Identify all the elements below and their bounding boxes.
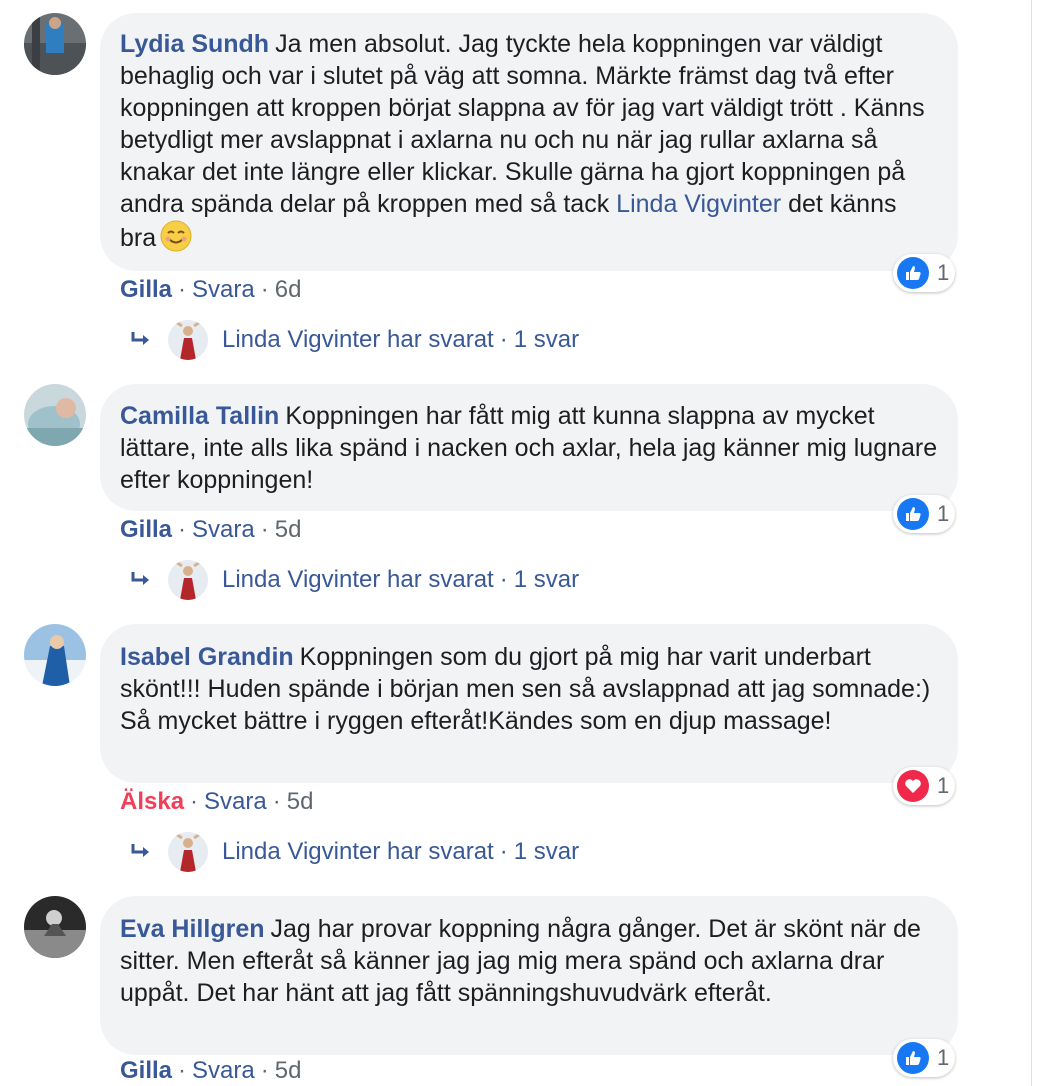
view-replies-link[interactable]: Linda Vigvinter har svarat · 1 svar — [130, 320, 579, 360]
separator-dot: · — [499, 838, 508, 865]
reaction-summary[interactable]: 1 — [893, 495, 955, 533]
like-button[interactable]: Gilla — [120, 516, 172, 543]
comment-bubble: Lydia Sundh Ja men absolut. Jag tyckte he… — [100, 13, 958, 271]
comment-bubble: Camilla Tallin Koppningen har fått mig at… — [100, 384, 958, 511]
comment-author[interactable]: Isabel Grandin — [120, 643, 294, 671]
reply-avatar — [168, 832, 208, 872]
avatar-photo-eva — [24, 896, 86, 958]
separator-dot: · — [499, 326, 508, 353]
replies-text: har svarat — [387, 838, 494, 865]
reply-button[interactable]: Svara — [204, 788, 267, 815]
separator-dot: · — [178, 276, 187, 303]
replier-name: Linda Vigvinter — [222, 566, 381, 593]
separator-dot: · — [260, 1057, 269, 1084]
separator-dot: · — [260, 276, 269, 303]
separator-dot: · — [178, 1057, 187, 1084]
replier-name: Linda Vigvinter — [222, 326, 381, 353]
separator-dot: · — [260, 516, 269, 543]
separator-dot: · — [272, 788, 281, 815]
avatar-lydia-sundh[interactable] — [24, 13, 86, 75]
thumbs-up-icon — [897, 498, 929, 530]
reaction-count: 1 — [937, 1045, 950, 1070]
comment-actions: Gilla · Svara · 5d — [120, 515, 301, 545]
reply-button[interactable]: Svara — [192, 516, 255, 543]
comment-timestamp[interactable]: 5d — [287, 788, 314, 815]
reaction-count: 1 — [937, 773, 950, 798]
separator-dot: · — [178, 516, 187, 543]
comment-author[interactable]: Eva Hillgren — [120, 915, 265, 943]
replier-name: Linda Vigvinter — [222, 838, 381, 865]
replies-text: har svarat — [387, 566, 494, 593]
comment-timestamp[interactable]: 5d — [275, 1057, 302, 1084]
thumbs-up-icon — [897, 1042, 929, 1074]
like-button[interactable]: Gilla — [120, 1057, 172, 1084]
avatar-isabel-grandin[interactable] — [24, 624, 86, 686]
view-replies-link[interactable]: Linda Vigvinter har svarat · 1 svar — [130, 560, 579, 600]
separator-dot: · — [190, 788, 199, 815]
avatar-camilla-tallin[interactable] — [24, 384, 86, 446]
comment-actions: Gilla · Svara · 5d — [120, 1056, 301, 1086]
reply-button[interactable]: Svara — [192, 276, 255, 303]
smiling-face-emoji — [160, 220, 192, 252]
comment-author[interactable]: Lydia Sundh — [120, 30, 269, 58]
reply-arrow-icon — [131, 844, 149, 857]
scrollbar-edge — [1031, 0, 1032, 1086]
comment-actions: Gilla · Svara · 6d — [120, 275, 301, 305]
avatar-photo-isabel — [24, 624, 86, 686]
love-button[interactable]: Älska — [120, 788, 184, 815]
reply-arrow-icon — [131, 332, 149, 345]
avatar-photo-lydia — [24, 13, 86, 75]
thumbs-up-icon — [897, 257, 929, 289]
comment-actions: Älska · Svara · 5d — [120, 787, 313, 817]
heart-icon — [897, 770, 929, 802]
reply-button[interactable]: Svara — [192, 1057, 255, 1084]
avatar-photo-camilla — [24, 384, 86, 446]
like-button[interactable]: Gilla — [120, 276, 172, 303]
replies-count: 1 svar — [513, 838, 580, 865]
reaction-count: 1 — [937, 501, 950, 526]
separator-dot: · — [499, 566, 508, 593]
reply-arrow-icon — [131, 572, 149, 585]
reply-avatar — [168, 320, 208, 360]
replies-count: 1 svar — [513, 326, 580, 353]
view-replies-link[interactable]: Linda Vigvinter har svarat · 1 svar — [130, 832, 579, 872]
comment-timestamp[interactable]: 6d — [275, 276, 302, 303]
avatar-eva-hillgren[interactable] — [24, 896, 86, 958]
replies-text: har svarat — [387, 326, 494, 353]
comment-bubble: Eva Hillgren Jag har provar koppning någr… — [100, 896, 958, 1055]
replies-count: 1 svar — [513, 566, 580, 593]
reply-avatar — [168, 560, 208, 600]
comment-bubble: Isabel Grandin Koppningen som du gjort på… — [100, 624, 958, 783]
reaction-summary[interactable]: 1 — [893, 1039, 955, 1077]
reaction-summary[interactable]: 1 — [893, 254, 955, 292]
mention-link[interactable]: Linda Vigvinter — [616, 190, 781, 218]
reaction-count: 1 — [937, 260, 950, 285]
comment-timestamp[interactable]: 5d — [275, 516, 302, 543]
comment-author[interactable]: Camilla Tallin — [120, 402, 279, 430]
reaction-summary[interactable]: 1 — [893, 767, 955, 805]
